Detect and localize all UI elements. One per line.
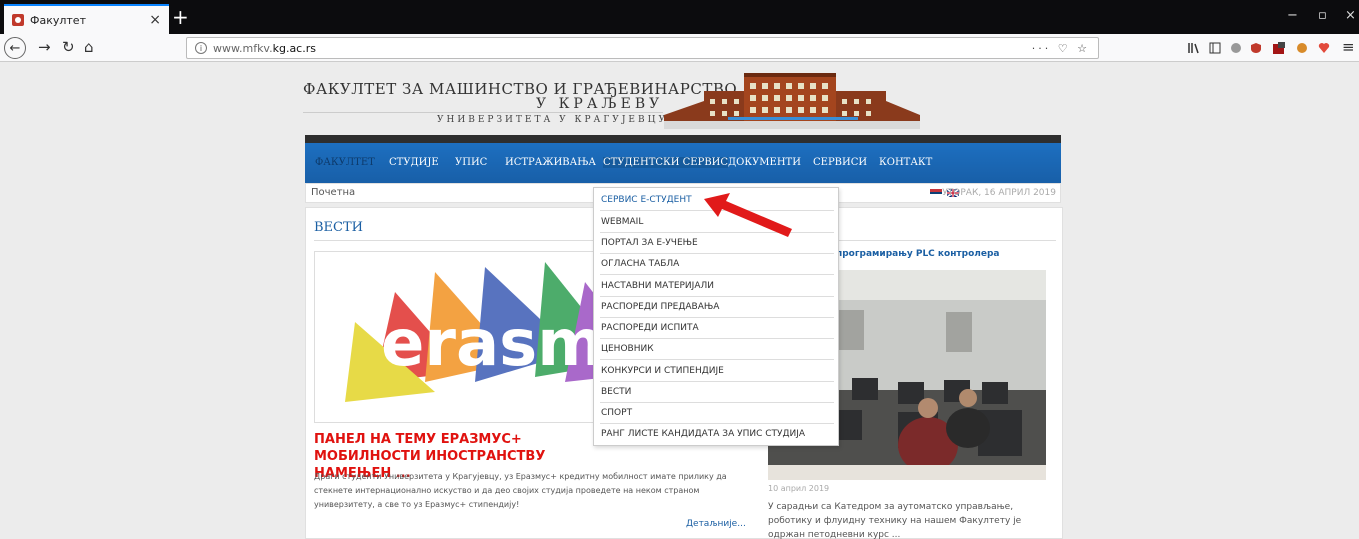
current-date: УТОРАК, 16 АПРИЛ 2019 — [942, 188, 1056, 198]
dropdown-item-scholarships[interactable]: КОНКУРСИ И СТИПЕНДИЈЕ — [600, 361, 834, 382]
university-name: УНИВЕРЗИТЕТА У КРАГУЈЕВЦУ — [437, 115, 668, 125]
news-heading: ВЕСТИ — [314, 220, 363, 235]
web-page: ФАКУЛТЕТ ЗА МАШИНСТВО И ГРАЂЕВИНАРСТВО У… — [0, 62, 1359, 539]
new-tab-button[interactable]: + — [172, 5, 189, 29]
tab-close-icon[interactable]: × — [149, 12, 161, 28]
faculty-building-image — [664, 73, 920, 129]
menu-icon[interactable]: ≡ — [1342, 38, 1355, 56]
address-bar[interactable]: i www.mfkv. kg.ac.rs ··· ♡ ☆ — [186, 37, 1099, 59]
menu-item-enrollment[interactable]: УПИС — [455, 157, 487, 168]
back-arrow-icon[interactable]: ← — [4, 37, 26, 59]
maximize-button[interactable]: ▫ — [1318, 8, 1327, 23]
menu-item-services[interactable]: СЕРВИСИ — [813, 157, 867, 168]
tab-title: Факултет — [30, 13, 86, 27]
library-icon[interactable] — [1188, 42, 1200, 54]
sidebar-icon[interactable] — [1209, 42, 1221, 54]
faculty-city: У КРАЉЕВУ — [536, 96, 664, 112]
page-actions[interactable]: ··· ♡ ☆ — [1032, 42, 1090, 55]
forward-arrow-icon[interactable]: → — [38, 38, 51, 56]
extension-heart-icon[interactable] — [1318, 42, 1330, 54]
browser-titlebar: Факултет × + − ▫ × — [0, 0, 1359, 34]
dropdown-item-sport[interactable]: СПОРТ — [600, 403, 834, 424]
menu-item-contact[interactable]: КОНТАКТ — [879, 157, 932, 168]
dropdown-item-price-list[interactable]: ЦЕНОВНИК — [600, 339, 834, 360]
menu-item-faculty[interactable]: ФАКУЛТЕТ — [315, 157, 375, 168]
menu-item-documents[interactable]: ДОКУМЕНТИ — [728, 157, 801, 168]
side-article-summary: У сарадњи са Катедром за аутоматско упра… — [768, 502, 1022, 539]
read-more-link[interactable]: Детаљније... — [686, 519, 746, 529]
dropdown-item-lecture-schedule[interactable]: РАСПОРЕДИ ПРЕДАВАЊА — [600, 297, 834, 318]
dropdown-item-ranking-lists[interactable]: РАНГ ЛИСТЕ КАНДИДАТА ЗА УПИС СТУДИЈА — [600, 424, 834, 445]
browser-tab[interactable]: Факултет × — [4, 4, 169, 34]
side-article-date: 10 април 2019 — [768, 484, 830, 493]
article-summary: Драги студенти Универзитета у Крагујевцу… — [314, 472, 727, 509]
site-favicon-icon — [12, 14, 24, 26]
close-window-button[interactable]: × — [1345, 8, 1356, 23]
side-article-title[interactable]: програмирању PLC контролера — [836, 249, 999, 259]
ublock-icon[interactable] — [1250, 42, 1262, 54]
reload-icon[interactable]: ↻ — [62, 38, 75, 56]
dropdown-item-teaching-materials[interactable]: НАСТАВНИ МАТЕРИЈАЛИ — [600, 276, 834, 297]
menu-item-studies[interactable]: СТУДИЈЕ — [389, 157, 439, 168]
url-host: kg.ac.rs — [272, 41, 316, 55]
site-info-icon[interactable]: i — [195, 42, 207, 54]
dropdown-item-news[interactable]: ВЕСТИ — [600, 382, 834, 403]
extension-1-icon[interactable] — [1230, 42, 1242, 54]
dropdown-item-exam-schedule[interactable]: РАСПОРЕДИ ИСПИТА — [600, 318, 834, 339]
menu-item-research[interactable]: ИСТРАЖИВАЊА — [505, 157, 596, 168]
extension-cookie-icon[interactable] — [1296, 42, 1308, 54]
url-prefix: www.mfkv. — [213, 41, 273, 55]
erasmus-banner-text: erasm — [381, 307, 604, 381]
minimize-button[interactable]: − — [1287, 8, 1298, 23]
header-divider — [303, 112, 663, 113]
red-pointer-arrow-icon — [704, 193, 792, 237]
extension-badge-icon[interactable] — [1273, 42, 1285, 54]
menu-item-student-service[interactable]: СТУДЕНТСКИ СЕРВИС — [603, 157, 729, 168]
home-icon[interactable]: ⌂ — [84, 38, 94, 56]
breadcrumb-home[interactable]: Почетна — [311, 187, 355, 198]
main-menu: ФАКУЛТЕТ СТУДИЈЕ УПИС ИСТРАЖИВАЊА СТУДЕН… — [305, 135, 1061, 183]
serbian-flag-icon[interactable] — [930, 189, 942, 197]
dropdown-item-notice-board[interactable]: ОГЛАСНА ТАБЛА — [600, 254, 834, 275]
browser-navbar: ← → ↻ ⌂ i www.mfkv. kg.ac.rs ··· ♡ ☆ ≡ — [0, 34, 1359, 62]
